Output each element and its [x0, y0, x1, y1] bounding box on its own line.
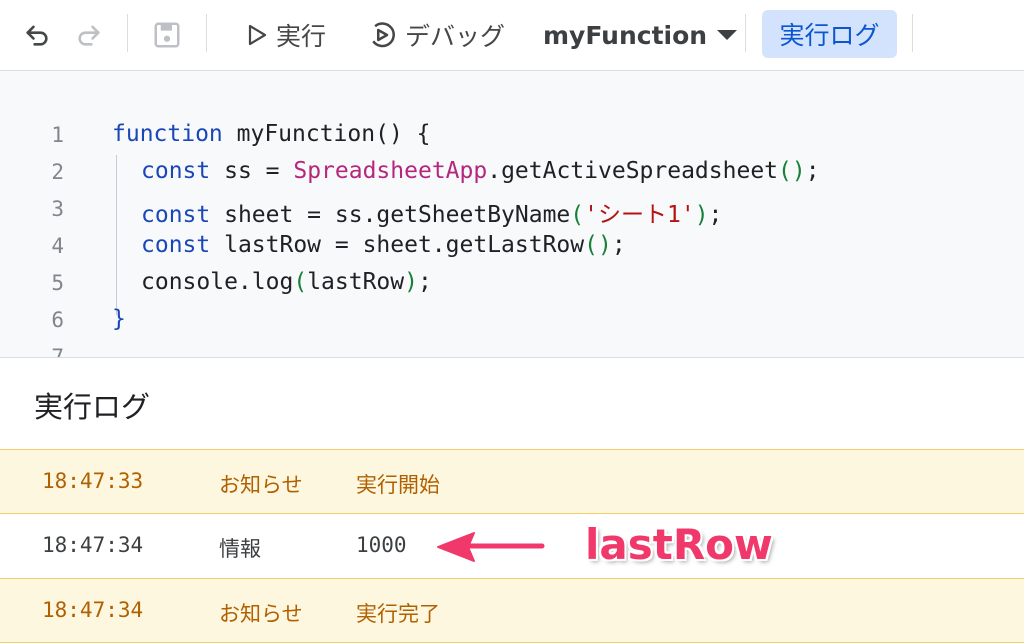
execution-log-toggle[interactable]: 実行ログ: [762, 10, 897, 58]
code-text: const ss = SpreadsheetApp.getActiveSprea…: [141, 158, 820, 184]
line-number: 5: [51, 271, 64, 295]
log-message: 実行完了: [356, 602, 440, 626]
code-line: 7: [0, 339, 1024, 357]
log-row: 18:47:33 お知らせ 実行開始: [0, 449, 1024, 514]
code-line: 5 console.log(lastRow);: [0, 265, 1024, 302]
execution-log-toggle-label: 実行ログ: [779, 21, 880, 50]
line-number: 2: [51, 160, 64, 184]
code-text: }: [112, 306, 126, 332]
debug-button-label: デバッグ: [405, 22, 506, 51]
toolbar: 実行 デバッグ myFunction 実行ログ: [0, 0, 1024, 71]
log-panel-title: 実行ログ: [34, 390, 151, 424]
code-editor[interactable]: 1 function myFunction() { 2 const ss = S…: [0, 71, 1024, 357]
run-button-label: 実行: [276, 22, 327, 51]
function-selector[interactable]: myFunction: [543, 14, 738, 56]
code-line: 4 const lastRow = sheet.getLastRow();: [0, 228, 1024, 265]
line-number: 6: [51, 308, 64, 332]
log-level: お知らせ: [219, 473, 303, 497]
redo-icon[interactable]: [72, 18, 106, 52]
toolbar-divider: [912, 14, 913, 52]
toolbar-divider: [745, 14, 746, 52]
toolbar-divider: [206, 14, 207, 52]
execution-log-panel: 実行ログ 18:47:33 お知らせ 実行開始 18:47:34 情報 1000…: [0, 357, 1024, 643]
line-number: 1: [51, 123, 64, 147]
annotation-label: lastRow: [585, 520, 773, 569]
toolbar-divider: [127, 14, 128, 52]
code-line: 1 function myFunction() {: [0, 117, 1024, 154]
code-line: 3 const sheet = ss.getSheetByName('シート1'…: [0, 191, 1024, 228]
log-time: 18:47:33: [42, 469, 144, 493]
code-text: console.log(lastRow);: [141, 269, 432, 295]
code-text: function myFunction() {: [112, 121, 431, 147]
debug-button[interactable]: デバッグ: [367, 14, 505, 56]
code-line: 2 const ss = SpreadsheetApp.getActiveSpr…: [0, 154, 1024, 191]
dropdown-caret-icon: [717, 30, 738, 40]
log-level: お知らせ: [219, 602, 303, 626]
log-time: 18:47:34: [42, 598, 144, 622]
log-row: 18:47:34 お知らせ 実行完了: [0, 578, 1024, 643]
debug-icon: [372, 22, 395, 48]
code-line: 6 }: [0, 302, 1024, 339]
log-message: 実行開始: [356, 473, 440, 497]
code-text: const lastRow = sheet.getLastRow();: [141, 232, 626, 258]
run-button[interactable]: 実行: [246, 14, 326, 56]
function-selector-label: myFunction: [543, 20, 708, 50]
line-number: 7: [51, 345, 64, 357]
save-icon[interactable]: [150, 18, 184, 52]
undo-icon[interactable]: [20, 18, 54, 52]
line-number: 4: [51, 234, 64, 258]
line-number: 3: [51, 197, 64, 221]
code-text: const sheet = ss.getSheetByName('シート1');: [141, 202, 723, 228]
log-level: 情報: [219, 537, 261, 561]
annotation-arrow-icon: [437, 532, 545, 562]
log-message: 1000: [356, 533, 407, 557]
play-icon: [248, 24, 267, 46]
log-time: 18:47:34: [42, 533, 144, 557]
